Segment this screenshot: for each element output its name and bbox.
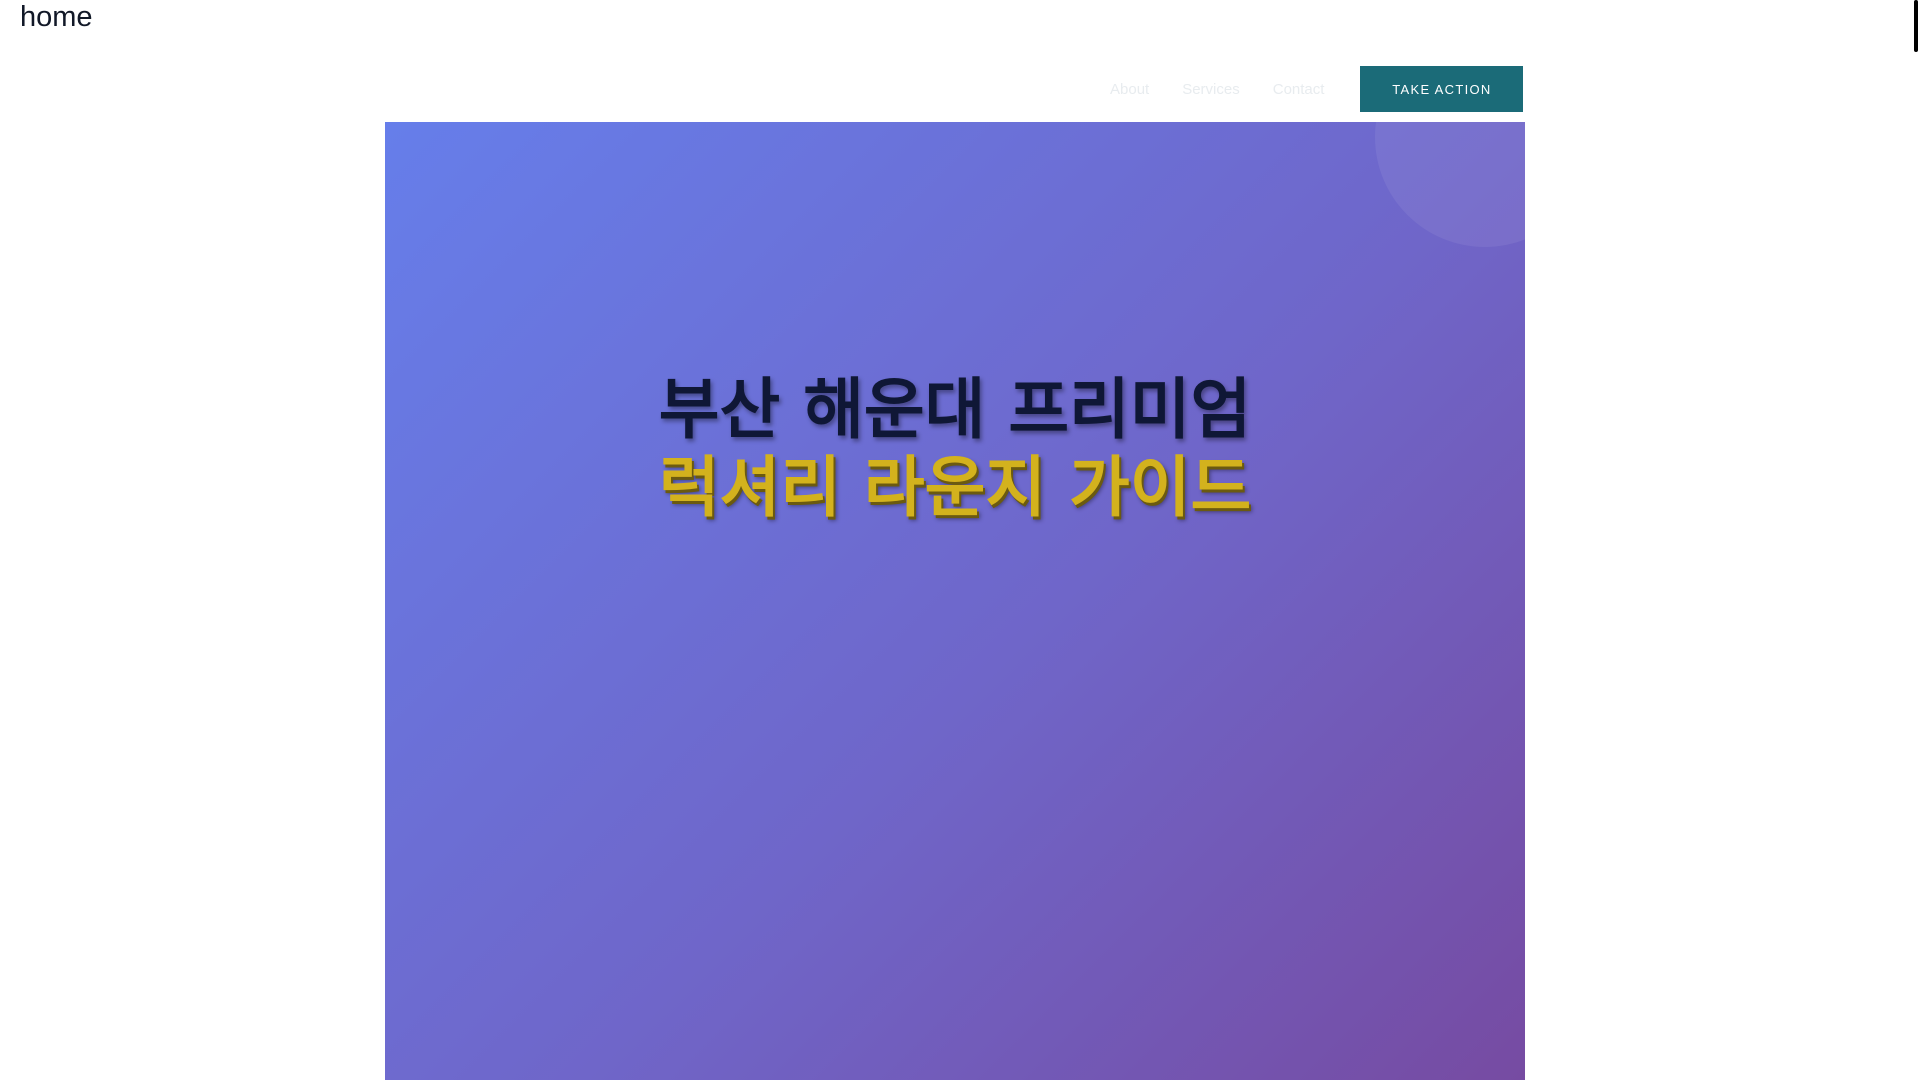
hero-title-line-1: 부산 해운대 프리미엄 <box>658 371 1252 449</box>
page: home About Services Contact TAKE ACTION … <box>0 0 1920 1080</box>
hero-section: 부산 해운대 프리미엄 럭셔리 라운지 가이드 <box>385 122 1525 1080</box>
decorative-circle <box>1375 122 1525 247</box>
nav-link-services[interactable]: Services <box>1182 81 1240 98</box>
hero-title: 부산 해운대 프리미엄 럭셔리 라운지 가이드 <box>385 371 1525 527</box>
scrollbar-thumb[interactable] <box>1914 0 1918 52</box>
hero-title-line-2: 럭셔리 라운지 가이드 <box>658 449 1252 527</box>
main-nav: About Services Contact TAKE ACTION <box>1110 66 1524 112</box>
nav-link-contact[interactable]: Contact <box>1273 81 1325 98</box>
take-action-button[interactable]: TAKE ACTION <box>1360 66 1524 112</box>
home-label: home <box>20 1 93 33</box>
nav-link-about[interactable]: About <box>1110 81 1149 98</box>
